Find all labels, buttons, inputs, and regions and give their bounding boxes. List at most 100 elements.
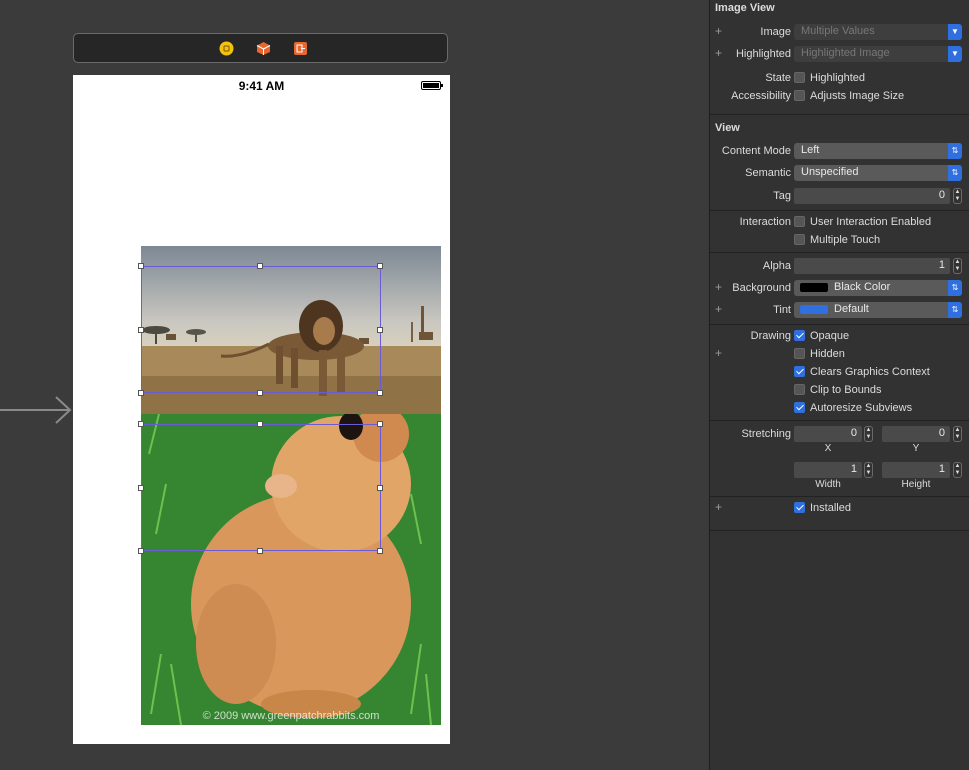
- highlighted-image-popup[interactable]: Highlighted Image ▼: [794, 46, 962, 62]
- tag-stepper[interactable]: ▲ ▼: [953, 188, 962, 204]
- background-add-variation-button[interactable]: +: [715, 280, 722, 294]
- chevron-down-icon: ▼: [948, 46, 962, 62]
- lion-selection-frame[interactable]: [141, 266, 381, 393]
- section-divider: [710, 496, 969, 497]
- drawing-add-variation-button[interactable]: +: [715, 346, 722, 360]
- stretch-x-field[interactable]: 0: [794, 426, 862, 442]
- stretch-height-value: 1: [938, 463, 945, 475]
- clears-graphics-context-checkbox[interactable]: [794, 366, 805, 377]
- highlighted-add-variation-button[interactable]: +: [715, 46, 722, 60]
- resize-handle[interactable]: [377, 327, 383, 333]
- view-section-title: View: [715, 122, 740, 134]
- hidden-checkbox[interactable]: [794, 348, 805, 359]
- resize-handle[interactable]: [377, 390, 383, 396]
- resize-handle[interactable]: [377, 421, 383, 427]
- stretch-height-field[interactable]: 1: [882, 462, 950, 478]
- tag-value: 0: [938, 189, 945, 201]
- tint-color-value: Default: [834, 303, 869, 315]
- chevron-updown-icon: ⇅: [948, 165, 962, 181]
- chevron-updown-icon: ⇅: [948, 143, 962, 159]
- accessibility-label: Accessibility: [731, 90, 791, 102]
- user-interaction-checkbox[interactable]: [794, 216, 805, 227]
- stretch-y-stepper[interactable]: ▲ ▼: [953, 426, 962, 442]
- installed-add-variation-button[interactable]: +: [715, 500, 722, 514]
- resize-handle[interactable]: [257, 421, 263, 427]
- background-color-swatch: [800, 283, 828, 292]
- tint-color-popup[interactable]: Default ⇅: [794, 302, 962, 318]
- semantic-popup[interactable]: Unspecified ⇅: [794, 165, 962, 181]
- image-view-section-title: Image View: [715, 2, 775, 14]
- resize-handle[interactable]: [138, 548, 144, 554]
- adjusts-image-size-label: Adjusts Image Size: [810, 90, 905, 102]
- clip-to-bounds-checkbox[interactable]: [794, 384, 805, 395]
- stretch-width-field[interactable]: 1: [794, 462, 862, 478]
- installed-checkbox[interactable]: [794, 502, 805, 513]
- highlighted-label: Highlighted: [735, 48, 791, 60]
- entry-point-arrow-icon: [0, 396, 72, 424]
- multiple-touch-checkbox[interactable]: [794, 234, 805, 245]
- attributes-inspector: Image View + Image Multiple Values ▼ + H…: [709, 0, 969, 770]
- installed-label: Installed: [810, 502, 851, 514]
- highlighted-checkbox-label: Highlighted: [810, 72, 866, 84]
- content-mode-popup[interactable]: Left ⇅: [794, 143, 962, 159]
- image-add-variation-button[interactable]: +: [715, 24, 722, 38]
- stretch-x-caption: X: [824, 443, 832, 454]
- rabbit-selection-frame[interactable]: [141, 424, 381, 551]
- view-controller-icon[interactable]: [219, 41, 234, 56]
- stretch-width-value: 1: [850, 463, 857, 475]
- resize-handle[interactable]: [257, 390, 263, 396]
- tint-color-swatch: [800, 305, 828, 314]
- resize-handle[interactable]: [257, 548, 263, 554]
- storyboard-canvas[interactable]: 9:41 AM © 2009 www.greenpatchrabbits.com: [0, 0, 709, 770]
- resize-handle[interactable]: [138, 485, 144, 491]
- resize-handle[interactable]: [377, 548, 383, 554]
- highlighted-popup-value: Highlighted Image: [801, 47, 890, 59]
- background-color-value: Black Color: [834, 281, 891, 293]
- resize-handle[interactable]: [377, 485, 383, 491]
- scene-dock-bar: [73, 33, 448, 63]
- resize-handle[interactable]: [377, 263, 383, 269]
- autoresize-subviews-checkbox[interactable]: [794, 402, 805, 413]
- chevron-down-icon: ▼: [948, 24, 962, 40]
- image-popup[interactable]: Multiple Values ▼: [794, 24, 962, 40]
- adjusts-image-size-checkbox[interactable]: [794, 90, 805, 101]
- tag-field[interactable]: 0: [794, 188, 950, 204]
- tag-label: Tag: [773, 190, 791, 202]
- background-color-popup[interactable]: Black Color ⇅: [794, 280, 962, 296]
- exit-icon[interactable]: [293, 41, 308, 56]
- semantic-label: Semantic: [745, 167, 791, 179]
- clip-to-bounds-label: Clip to Bounds: [810, 384, 882, 396]
- hidden-label: Hidden: [810, 348, 845, 360]
- stretch-x-stepper[interactable]: ▲ ▼: [864, 426, 873, 442]
- stretch-height-stepper[interactable]: ▲ ▼: [953, 462, 962, 478]
- stretch-width-caption: Width: [815, 479, 841, 490]
- interaction-label: Interaction: [739, 216, 791, 228]
- stretch-y-field[interactable]: 0: [882, 426, 950, 442]
- resize-handle[interactable]: [138, 263, 144, 269]
- section-divider: [710, 530, 969, 531]
- opaque-checkbox[interactable]: [794, 330, 805, 341]
- status-bar-time: 9:41 AM: [238, 79, 285, 93]
- tint-add-variation-button[interactable]: +: [715, 302, 722, 316]
- resize-handle[interactable]: [138, 390, 144, 396]
- resize-handle[interactable]: [138, 327, 144, 333]
- multiple-touch-label: Multiple Touch: [810, 234, 881, 246]
- stretch-y-value: 0: [938, 427, 945, 439]
- stretch-width-stepper[interactable]: ▲ ▼: [864, 462, 873, 478]
- first-responder-icon[interactable]: [256, 41, 271, 56]
- background-label: Background: [732, 282, 791, 294]
- autoresize-subviews-label: Autoresize Subviews: [810, 402, 913, 414]
- chevron-updown-icon: ⇅: [948, 280, 962, 296]
- alpha-field[interactable]: 1: [794, 258, 950, 274]
- alpha-value: 1: [938, 259, 945, 271]
- opaque-label: Opaque: [810, 330, 850, 342]
- resize-handle[interactable]: [257, 263, 263, 269]
- highlighted-checkbox[interactable]: [794, 72, 805, 83]
- resize-handle[interactable]: [138, 421, 144, 427]
- state-label: State: [765, 72, 791, 84]
- chevron-updown-icon: ⇅: [948, 302, 962, 318]
- stretch-y-caption: Y: [912, 443, 920, 454]
- alpha-stepper[interactable]: ▲ ▼: [953, 258, 962, 274]
- section-divider: [710, 420, 969, 421]
- stretching-label: Stretching: [741, 428, 791, 440]
